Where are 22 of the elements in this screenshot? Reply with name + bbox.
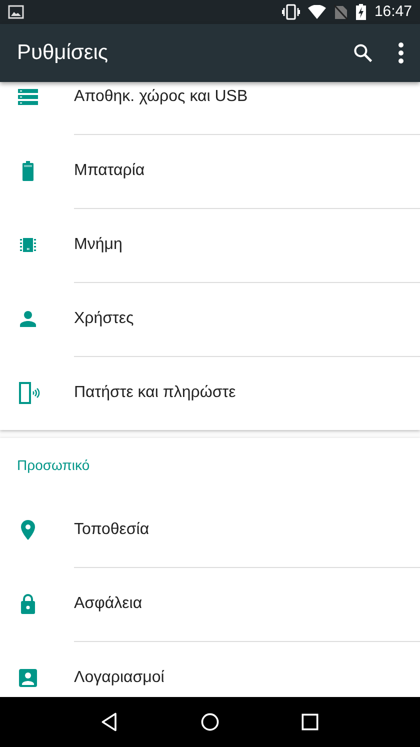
phone-signal-icon: [16, 381, 40, 405]
account-box-icon: [16, 666, 40, 690]
settings-item[interactable]: Πατήστε και πληρώστε: [0, 356, 420, 430]
search-icon: [352, 42, 374, 64]
screen-title: Ρυθμίσεις: [17, 40, 110, 66]
settings-item[interactable]: Ασφάλεια: [0, 567, 420, 641]
settings-item[interactable]: Λογαριασμοί: [0, 641, 420, 697]
status-time: 16:47: [374, 2, 412, 22]
image-notification-icon: [8, 5, 24, 19]
settings-item[interactable]: Τοποθεσία: [0, 493, 420, 567]
settings-item[interactable]: Μνήμη: [0, 208, 420, 282]
section-header: Προσωπικό: [16, 456, 91, 475]
settings-item[interactable]: Χρήστες: [0, 282, 420, 356]
recents-icon: [299, 711, 321, 733]
more-icon: [398, 42, 404, 64]
home-icon: [199, 711, 221, 733]
settings-item[interactable]: Αποθηκ. χώρος και USB: [0, 82, 420, 134]
settings-item[interactable]: Μπαταρία: [0, 134, 420, 208]
battery-charging-icon: [356, 4, 366, 20]
no-sim-icon: [334, 4, 348, 20]
wifi-icon: [308, 5, 326, 19]
vibrate-icon: [282, 4, 300, 20]
